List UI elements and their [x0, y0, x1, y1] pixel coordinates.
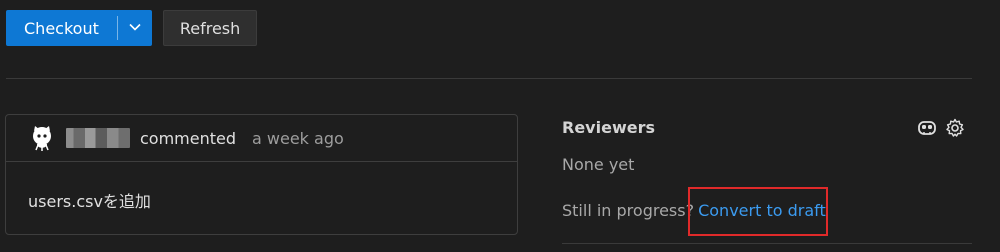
checkout-button[interactable]: Checkout: [6, 10, 117, 46]
comment-header: commented a week ago: [6, 115, 517, 162]
progress-question: Still in progress?: [562, 201, 695, 220]
reviewer-actions: [917, 118, 965, 138]
copilot-icon[interactable]: [917, 118, 937, 138]
checkout-dropdown-button[interactable]: [118, 10, 152, 46]
refresh-button[interactable]: Refresh: [162, 10, 258, 46]
divider: [562, 243, 972, 244]
comment-card: commented a week ago users.csvを追加: [5, 114, 518, 235]
comment-body: users.csvを追加: [28, 192, 151, 211]
pull-request-view: Checkout Refresh commented a week ago us…: [0, 0, 1000, 252]
gear-icon[interactable]: [945, 118, 965, 138]
highlight-box: [688, 187, 828, 236]
author-name-redacted: [66, 128, 130, 148]
comment-timestamp: a week ago: [252, 128, 344, 148]
reviewers-heading: Reviewers: [562, 118, 655, 137]
reviewers-empty-text: None yet: [562, 155, 635, 174]
chevron-down-icon: [128, 19, 142, 38]
github-octocat-icon: [28, 124, 56, 152]
comment-verb: commented: [140, 128, 237, 148]
divider: [6, 78, 972, 79]
action-bar: Checkout Refresh: [6, 10, 258, 46]
checkout-split-button: Checkout: [6, 10, 152, 46]
